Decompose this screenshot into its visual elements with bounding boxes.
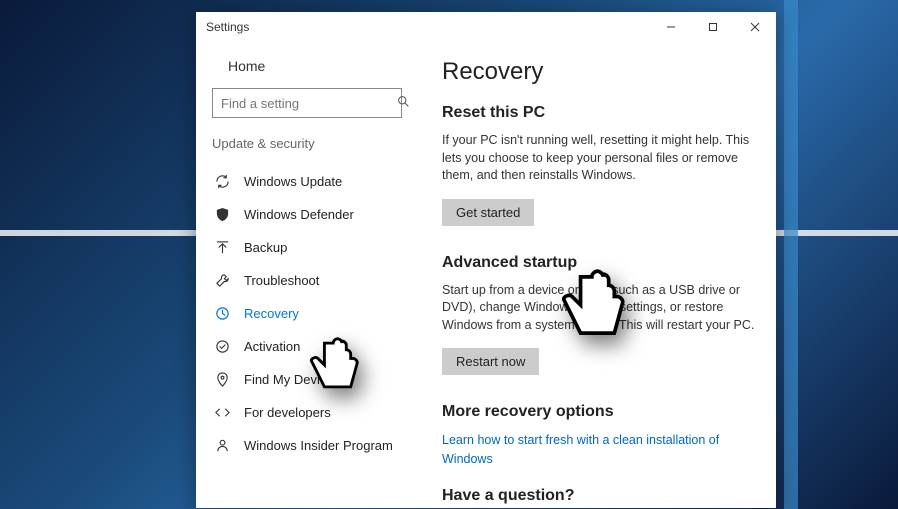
more-recovery-heading: More recovery options	[442, 403, 756, 421]
reset-pc-body: If your PC isn't running well, resetting…	[442, 132, 756, 185]
sidebar-item-troubleshoot[interactable]: Troubleshoot	[212, 264, 402, 297]
nav-label: Windows Defender	[244, 207, 354, 222]
sidebar-item-for-developers[interactable]: For developers	[212, 396, 402, 429]
nav-label: Windows Update	[244, 174, 342, 189]
sidebar-item-insider-program[interactable]: Windows Insider Program	[212, 429, 402, 462]
desktop-background-accent	[784, 0, 798, 509]
backup-icon	[214, 240, 230, 255]
home-label: Home	[228, 58, 265, 74]
main-panel: Recovery Reset this PC If your PC isn't …	[418, 42, 776, 508]
have-a-question-heading: Have a question?	[442, 487, 756, 505]
nav-label: Activation	[244, 339, 300, 354]
activation-icon	[214, 339, 230, 354]
search-field[interactable]	[221, 96, 397, 111]
search-input[interactable]	[212, 88, 402, 118]
nav-label: Recovery	[244, 306, 299, 321]
titlebar[interactable]: Settings	[196, 12, 776, 42]
sidebar-item-recovery[interactable]: Recovery	[212, 297, 402, 330]
developer-icon	[214, 405, 230, 420]
nav-label: Windows Insider Program	[244, 438, 393, 453]
sidebar-item-activation[interactable]: Activation	[212, 330, 402, 363]
reset-pc-heading: Reset this PC	[442, 104, 756, 122]
get-started-button[interactable]: Get started	[442, 199, 534, 226]
minimize-button[interactable]	[650, 12, 692, 42]
sidebar-item-backup[interactable]: Backup	[212, 231, 402, 264]
sidebar: Home Update & security Windows Update Wi…	[196, 42, 418, 508]
nav-label: For developers	[244, 405, 331, 420]
nav-label: Find My Device	[244, 372, 334, 387]
advanced-startup-body: Start up from a device or disc (such as …	[442, 282, 756, 335]
location-icon	[214, 372, 230, 387]
maximize-button[interactable]	[692, 12, 734, 42]
restart-now-button[interactable]: Restart now	[442, 348, 539, 375]
sidebar-item-windows-defender[interactable]: Windows Defender	[212, 198, 402, 231]
wrench-icon	[214, 273, 230, 288]
sidebar-category: Update & security	[212, 136, 402, 151]
close-button[interactable]	[734, 12, 776, 42]
insider-icon	[214, 438, 230, 453]
nav-label: Backup	[244, 240, 287, 255]
recovery-icon	[214, 306, 230, 321]
window-title: Settings	[206, 20, 249, 34]
page-title: Recovery	[442, 58, 756, 86]
shield-icon	[214, 207, 230, 222]
nav-label: Troubleshoot	[244, 273, 319, 288]
sidebar-home[interactable]: Home	[212, 54, 402, 88]
sync-icon	[214, 174, 230, 189]
sidebar-item-windows-update[interactable]: Windows Update	[212, 165, 402, 198]
start-fresh-link[interactable]: Learn how to start fresh with a clean in…	[442, 431, 756, 469]
advanced-startup-heading: Advanced startup	[442, 254, 756, 272]
sidebar-item-find-my-device[interactable]: Find My Device	[212, 363, 402, 396]
search-icon	[397, 95, 410, 111]
settings-window: Settings Home	[196, 12, 776, 508]
